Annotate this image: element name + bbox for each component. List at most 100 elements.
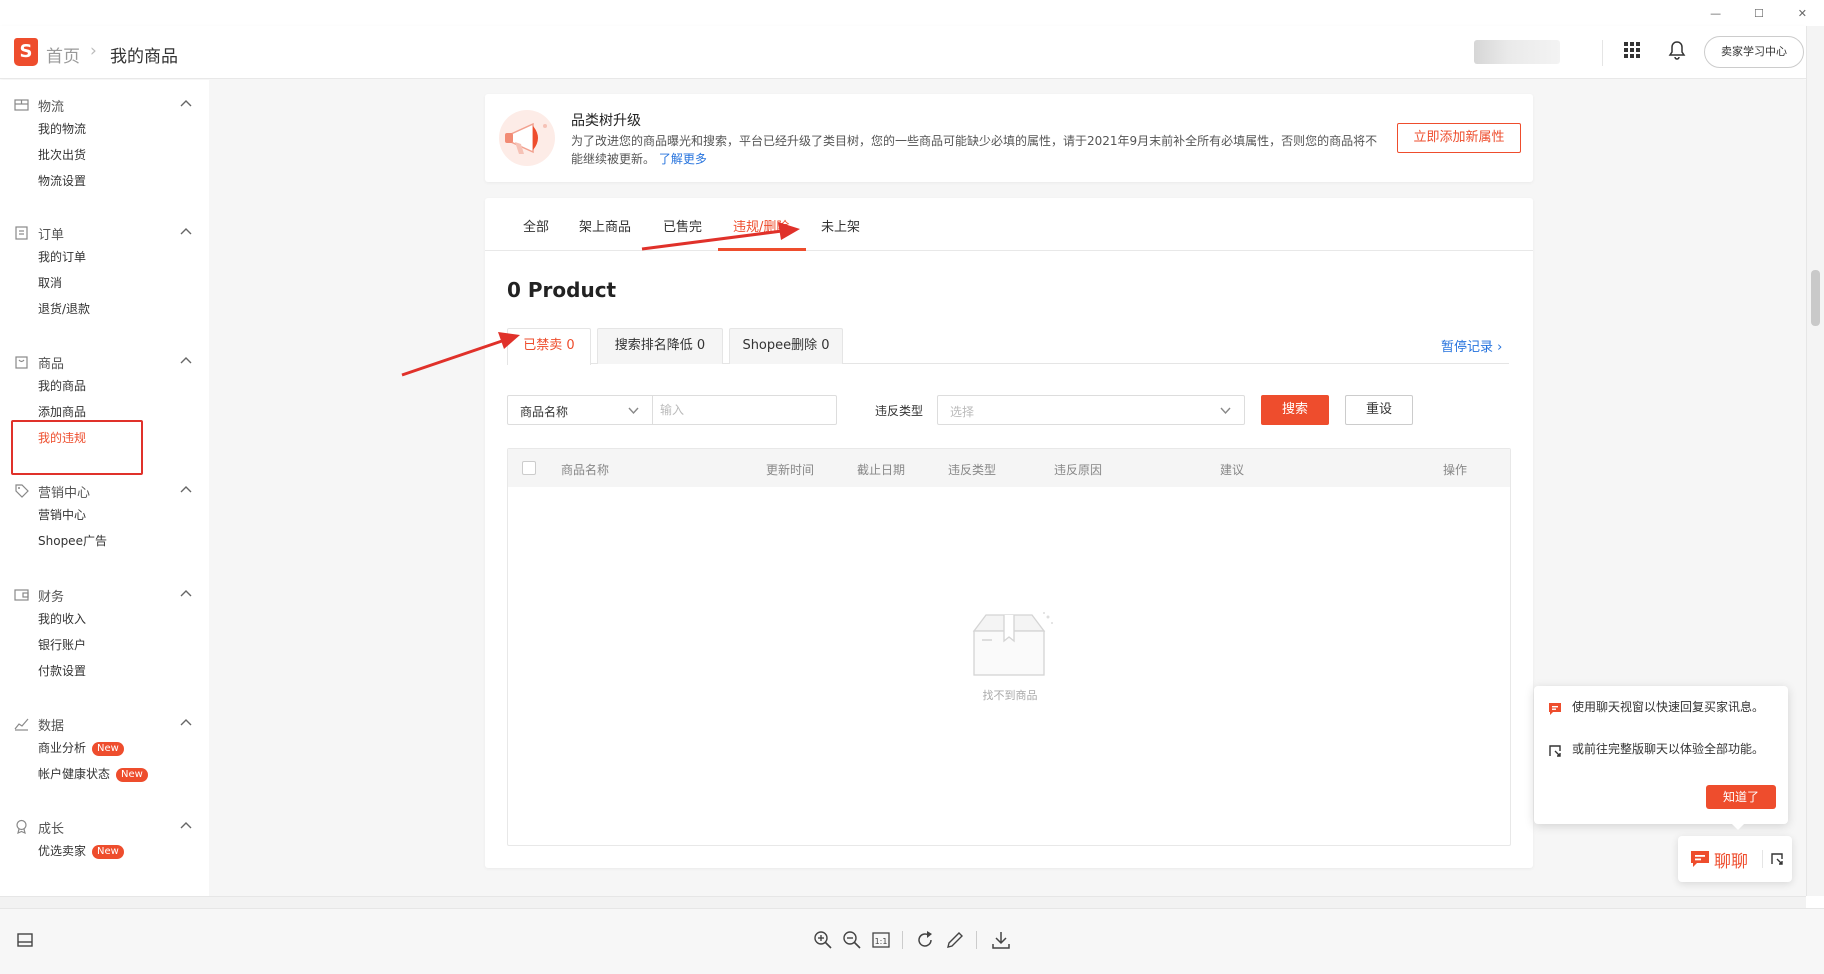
sidebar: 物流我的物流批次出货物流设置订单我的订单取消退货/退款商品我的商品添加商品我的违… [0,80,209,896]
sidebar-item[interactable]: 我的物流 [0,116,209,142]
vertical-scrollbar[interactable] [1806,26,1824,896]
sidebar-item[interactable]: 帐户健康状态 New [0,761,209,787]
chat-label[interactable]: 聊聊 [1714,847,1748,872]
sidebar-section-title: 商品 [38,353,64,372]
new-badge: New [92,742,124,756]
sidebar-item[interactable]: 银行账户 [0,632,209,658]
chevron-up-icon[interactable] [180,820,192,832]
toolbar-divider [902,931,903,949]
sidebar-section-header[interactable]: 财务 [0,584,209,606]
chat-tooltip: 使用聊天视窗以快速回复买家讯息。 或前往完整版聊天以体验全部功能。 知道了 [1534,686,1788,824]
sidebar-item[interactable]: 我的商品 [0,373,209,399]
tab-live[interactable]: 架上商品 [579,216,631,235]
sidebar-section-header[interactable]: 成长 [0,816,209,838]
new-badge: New [116,768,148,782]
sidebar-item-label: Shopee广告 [38,534,107,548]
sidebar-section-header[interactable]: 订单 [0,222,209,244]
violation-type-placeholder: 选择 [950,403,974,420]
sidebar-item[interactable]: 退货/退款 [0,296,209,322]
horizontal-scrollbar[interactable] [0,896,1806,908]
breadcrumb-current: 我的商品 [110,42,178,67]
panel-layout-icon[interactable] [14,929,36,951]
sidebar-item[interactable]: 我的订单 [0,244,209,270]
sidebar-section-title: 物流 [38,96,64,115]
chevron-up-icon[interactable] [180,484,192,496]
actual-size-icon[interactable]: 1:1 [870,929,892,951]
sidebar-item[interactable]: 取消 [0,270,209,296]
scrollbar-thumb[interactable] [1811,270,1820,326]
chevron-up-icon[interactable] [180,717,192,729]
sidebar-item-label: 我的物流 [38,122,86,136]
sidebar-item-label: 优选卖家 [38,844,86,858]
sidebar-item[interactable]: 我的收入 [0,606,209,632]
table-header: 商品名称 更新时间 截止日期 违反类型 违反原因 建议 操作 [508,449,1510,487]
subtab-banned[interactable]: 已禁卖 0 [507,328,591,365]
subtab-deleted[interactable]: Shopee删除 0 [729,328,843,364]
sidebar-item-label: 付款设置 [38,664,86,678]
tab-sold-out[interactable]: 已售完 [663,216,702,235]
bag-icon [14,354,29,369]
sidebar-item[interactable]: 物流设置 [0,168,209,194]
chevron-up-icon[interactable] [180,355,192,367]
maximize-icon[interactable]: ☐ [1744,7,1774,20]
sidebar-section-header[interactable]: 物流 [0,94,209,116]
sidebar-section: 财务我的收入银行账户付款设置 [0,584,209,684]
sidebar-item[interactable]: 批次出货 [0,142,209,168]
select-all-checkbox[interactable] [522,461,536,475]
close-icon[interactable]: ✕ [1787,7,1817,20]
violation-table: 商品名称 更新时间 截止日期 违反类型 违反原因 建议 操作 找不到商品 [507,448,1511,846]
subtab-demoted[interactable]: 搜索排名降低 0 [597,328,723,364]
name-filter-select[interactable]: 商品名称 [520,403,568,420]
sidebar-item-label: 退货/退款 [38,302,90,316]
seller-learning-center-button[interactable]: 卖家学习中心 [1704,36,1804,68]
bell-icon[interactable] [1668,40,1686,60]
sidebar-section-header[interactable]: 营销中心 [0,480,209,502]
sidebar-item[interactable]: 营销中心 [0,502,209,528]
got-it-button[interactable]: 知道了 [1706,785,1776,809]
expand-window-icon[interactable] [1770,852,1784,866]
sidebar-item-label: 帐户健康状态 [38,767,110,781]
edit-pencil-icon[interactable] [944,929,966,951]
search-button[interactable]: 搜索 [1261,395,1329,425]
chevron-up-icon[interactable] [180,588,192,600]
chevron-down-icon[interactable] [628,405,639,416]
active-tab-underline [718,248,806,251]
header-divider [1602,40,1603,66]
chevron-up-icon[interactable] [180,98,192,110]
sidebar-item[interactable]: 商业分析New [0,735,209,761]
user-avatar-blurred[interactable] [1474,40,1560,64]
product-name-input[interactable] [660,398,790,422]
chat-launcher[interactable]: 聊聊 [1678,836,1792,882]
sidebar-item[interactable]: Shopee广告 [0,528,209,554]
rotate-icon[interactable] [914,929,936,951]
tab-all[interactable]: 全部 [523,216,549,235]
apps-grid-icon[interactable] [1624,42,1640,58]
clipboard-icon [14,225,29,240]
download-icon[interactable] [990,929,1012,951]
breadcrumb-home[interactable]: 首页 [46,42,80,67]
tab-violation[interactable]: 违规/删除 [733,216,789,235]
chat-bubble-icon [1548,702,1562,716]
chevron-up-icon[interactable] [180,226,192,238]
shopee-logo[interactable]: S [14,38,38,66]
violation-type-select[interactable]: 选择 [937,395,1245,425]
sidebar-section-header[interactable]: 数据 [0,713,209,735]
product-list-card: 全部 架上商品 已售完 违规/删除 未上架 0 Product 已禁卖 0 搜索… [485,198,1533,868]
pause-record-link[interactable]: 暂停记录 › [1441,336,1502,355]
sidebar-section: 订单我的订单取消退货/退款 [0,222,209,322]
zoom-out-icon[interactable] [841,929,863,951]
window-controls: — ☐ ✕ [1694,0,1824,26]
col-violation-reason: 违反原因 [1054,461,1102,478]
chat-bar-divider [1762,850,1763,868]
minimize-icon[interactable]: — [1701,7,1731,20]
reset-button[interactable]: 重设 [1345,395,1413,425]
zoom-in-icon[interactable] [812,929,834,951]
learn-more-link[interactable]: 了解更多 [659,152,707,166]
sidebar-item[interactable]: 付款设置 [0,658,209,684]
wallet-icon [14,587,29,602]
sidebar-item[interactable]: 优选卖家New [0,838,209,864]
name-filter: 商品名称 [507,395,837,425]
sidebar-section-header[interactable]: 商品 [0,351,209,373]
add-attributes-button[interactable]: 立即添加新属性 [1397,123,1521,153]
tab-unlisted[interactable]: 未上架 [821,216,860,235]
